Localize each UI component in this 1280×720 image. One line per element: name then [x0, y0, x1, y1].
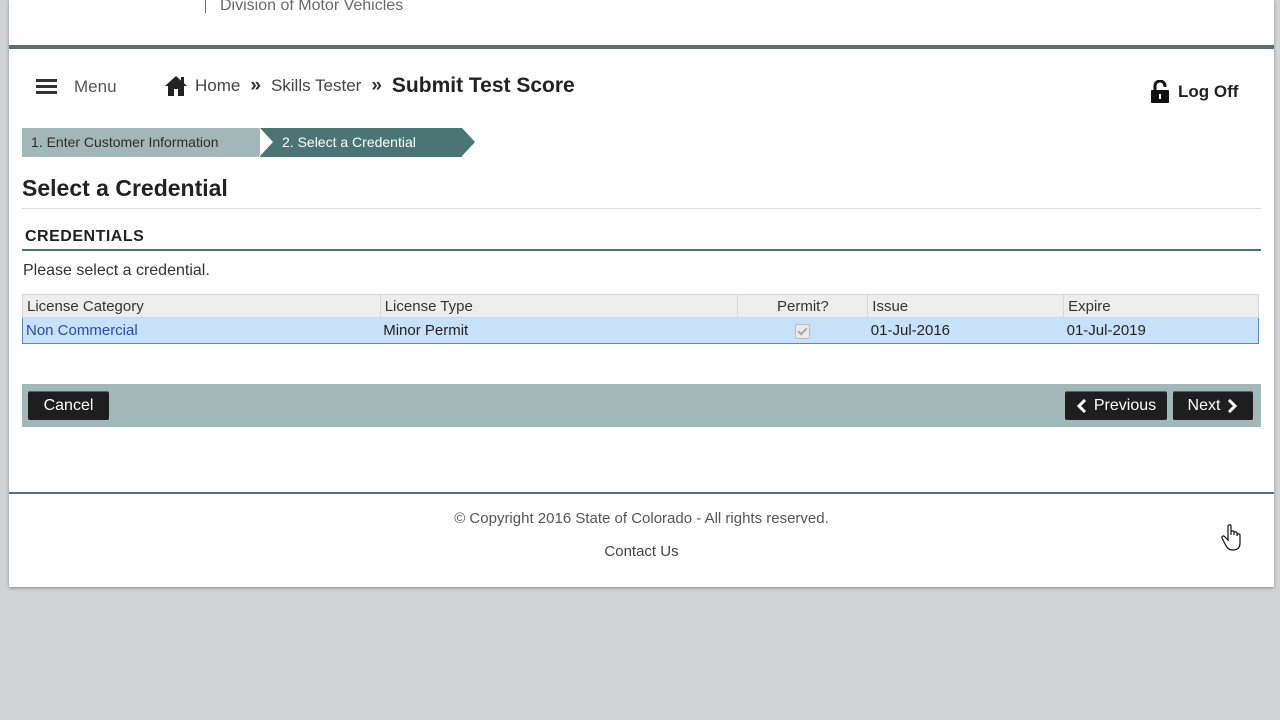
- wizard-step-select-credential: 2. Select a Credential: [260, 128, 475, 157]
- logoff-button[interactable]: Log Off: [1150, 80, 1238, 104]
- cell-permit: [737, 317, 868, 344]
- column-header-expire[interactable]: Expire: [1063, 294, 1259, 318]
- cell-license-type: Minor Permit: [380, 317, 738, 344]
- action-bar: Cancel Previous Next: [22, 384, 1261, 427]
- hamburger-icon: [36, 79, 57, 95]
- page-container: Division of Motor Vehicles Menu Home » S…: [9, 0, 1274, 587]
- page-title: Select a Credential: [22, 175, 228, 201]
- column-header-permit[interactable]: Permit?: [737, 294, 869, 318]
- column-header-issue[interactable]: Issue: [867, 294, 1065, 318]
- cancel-button[interactable]: Cancel: [28, 391, 109, 420]
- permit-checkbox: [795, 323, 811, 339]
- footer-divider: [9, 492, 1274, 494]
- column-header-license-type[interactable]: License Type: [379, 294, 739, 318]
- cancel-label: Cancel: [43, 397, 94, 414]
- chevron-left-icon: [1076, 398, 1086, 413]
- previous-button[interactable]: Previous: [1065, 391, 1167, 420]
- previous-label: Previous: [1093, 397, 1157, 414]
- breadcrumb-separator: »: [371, 75, 382, 96]
- logoff-label: Log Off: [1178, 82, 1239, 101]
- menu-label: Menu: [74, 77, 117, 96]
- copyright-text: © Copyright 2016 State of Colorado - All…: [454, 510, 829, 527]
- next-button[interactable]: Next: [1173, 391, 1253, 420]
- wizard-step-customer-info[interactable]: 1. Enter Customer Information: [22, 128, 272, 157]
- license-category-link[interactable]: Non Commercial: [26, 322, 138, 339]
- menu-button[interactable]: Menu: [36, 77, 117, 97]
- instruction-text: Please select a credential.: [23, 262, 210, 279]
- divider: [22, 208, 1261, 209]
- breadcrumb-home[interactable]: Home: [195, 76, 240, 96]
- table-header-row: License Category License Type Permit? Is…: [22, 294, 1259, 318]
- contact-us-link-container: Contact Us: [9, 543, 1274, 560]
- lock-open-icon: [1151, 80, 1169, 103]
- cell-license-category: Non Commercial: [22, 317, 381, 344]
- contact-us-link[interactable]: Contact Us: [604, 543, 678, 560]
- breadcrumb: Home » Skills Tester » Submit Test Score: [164, 74, 575, 98]
- table-row[interactable]: Non Commercial Minor Permit 01-Jul-2016 …: [22, 317, 1259, 344]
- header-divider: [205, 0, 206, 13]
- section-title: CREDENTIALS: [25, 228, 145, 245]
- breadcrumb-skills-tester[interactable]: Skills Tester: [271, 76, 361, 96]
- home-icon[interactable]: [164, 75, 188, 97]
- site-header: Division of Motor Vehicles: [9, 0, 1274, 49]
- chevron-right-icon: [1228, 398, 1238, 413]
- breadcrumb-separator: »: [250, 75, 261, 96]
- column-header-license-category[interactable]: License Category: [22, 294, 381, 318]
- credentials-table: License Category License Type Permit? Is…: [22, 294, 1259, 344]
- breadcrumb-current: Submit Test Score: [391, 74, 575, 97]
- section-divider: [22, 249, 1261, 251]
- cell-issue-date: 01-Jul-2016: [867, 317, 1064, 344]
- agency-name: Division of Motor Vehicles: [205, 0, 403, 15]
- hand-cursor-icon: [1221, 524, 1241, 551]
- cell-expire-date: 01-Jul-2019: [1063, 317, 1259, 344]
- next-label: Next: [1187, 397, 1221, 414]
